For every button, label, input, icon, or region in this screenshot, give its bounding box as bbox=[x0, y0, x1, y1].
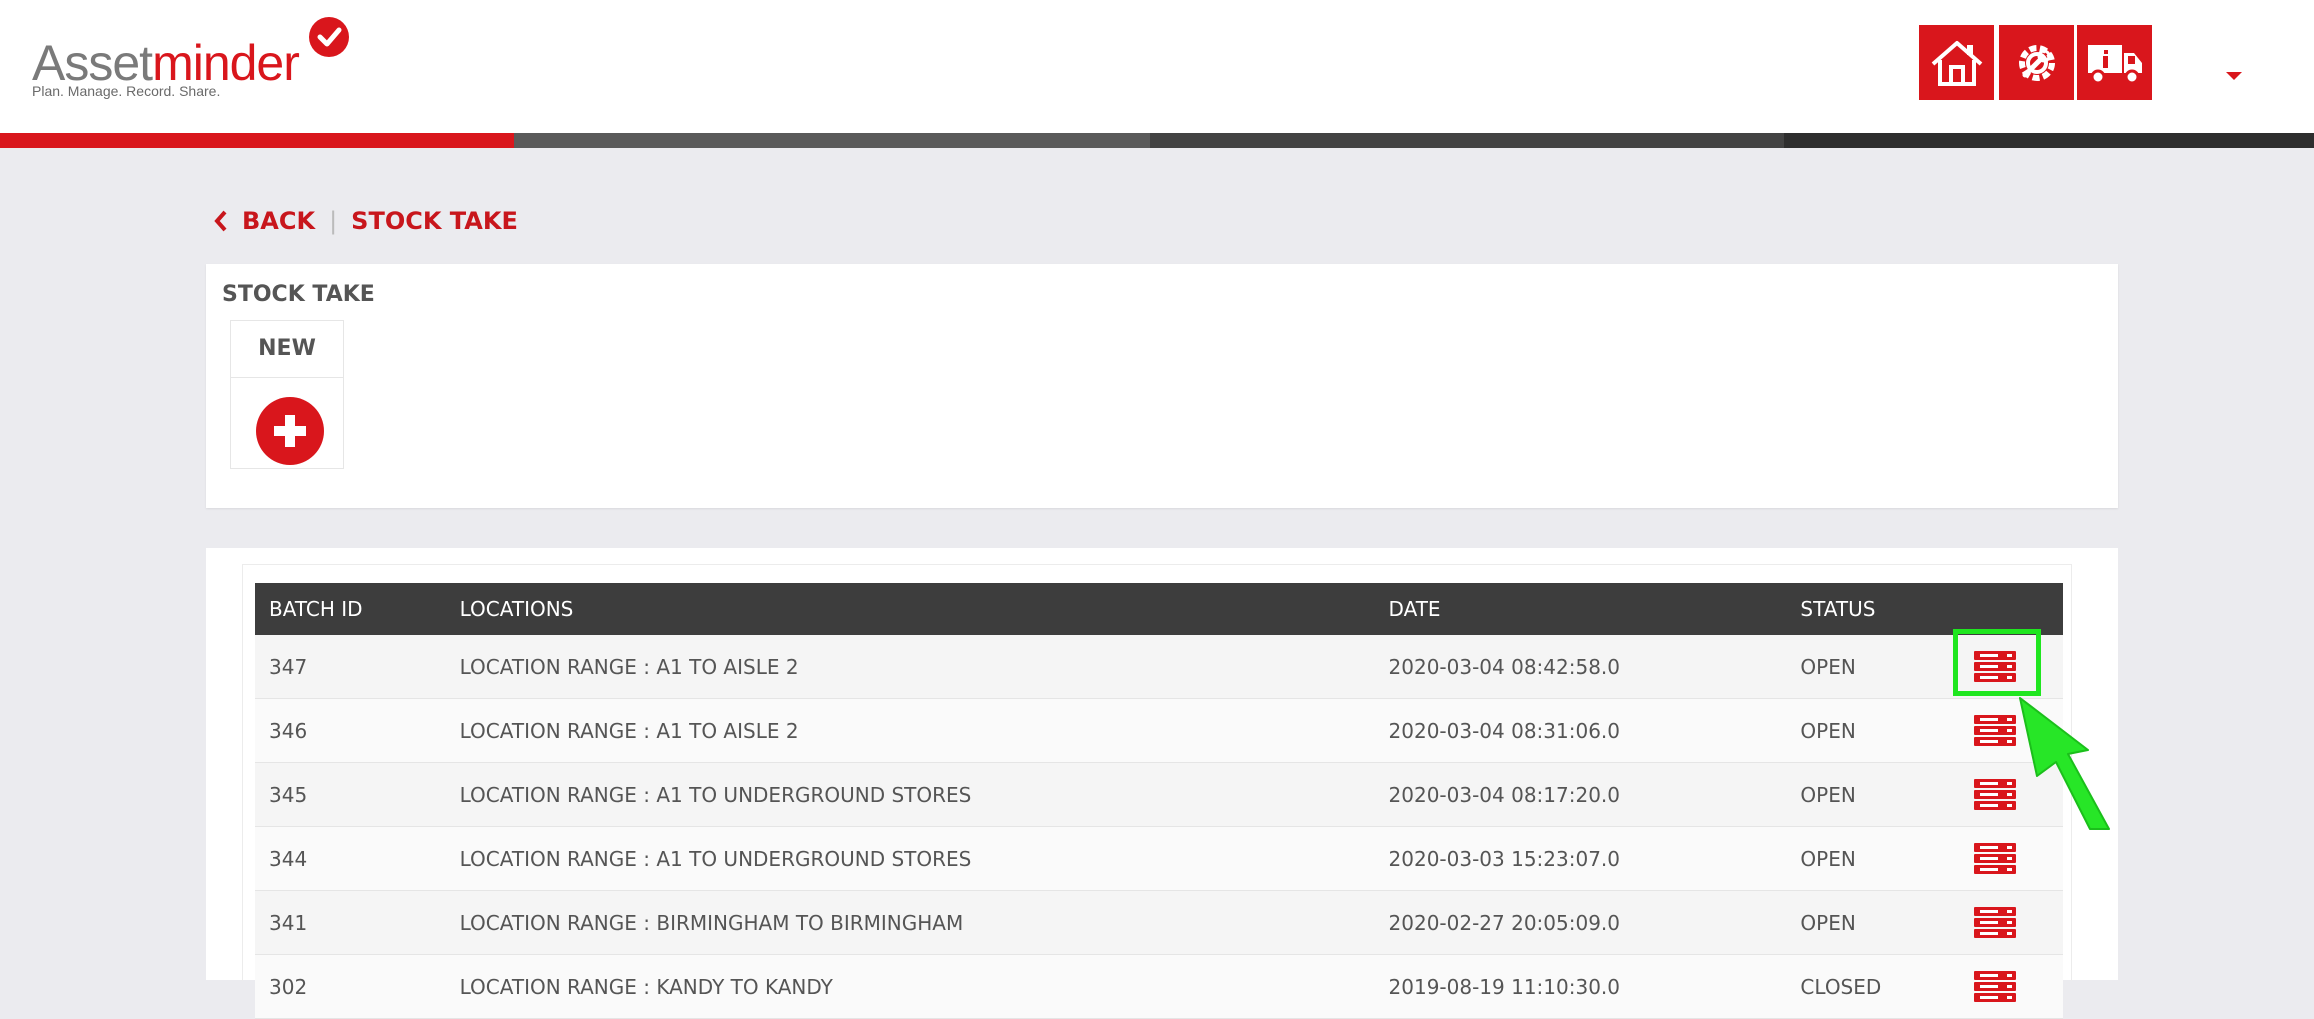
logo-wordmark: Assetminder bbox=[32, 35, 300, 91]
cell-batch-id: 346 bbox=[255, 698, 446, 763]
view-batch-details-icon[interactable] bbox=[1973, 906, 2016, 940]
cell-status: OPEN bbox=[1786, 762, 1950, 827]
home-button[interactable] bbox=[1919, 25, 1994, 100]
cell-location: LOCATION RANGE : KANDY TO KANDY bbox=[445, 954, 1375, 1019]
col-header-locations[interactable]: LOCATIONS bbox=[446, 583, 1375, 635]
cell-location: LOCATION RANGE : BIRMINGHAM TO BIRMINGHA… bbox=[445, 890, 1375, 955]
logo-tagline: Plan. Manage. Record. Share. bbox=[32, 83, 221, 99]
new-stock-take-box: NEW bbox=[230, 320, 344, 469]
table-header-row: BATCH ID LOCATIONS DATE STATUS bbox=[255, 583, 2063, 635]
header-stripe bbox=[0, 133, 514, 148]
pointer-arrow-icon bbox=[2019, 697, 2110, 830]
table-row[interactable]: 347 LOCATION RANGE : A1 TO AISLE 2 2020-… bbox=[255, 635, 2063, 699]
cell-date: 2019-08-19 11:10:30.0 bbox=[1374, 954, 1787, 1019]
cell-batch-id: 345 bbox=[255, 762, 446, 827]
cell-location: LOCATION RANGE : A1 TO UNDERGROUND STORE… bbox=[445, 826, 1375, 891]
highlight-box bbox=[1953, 629, 2041, 696]
table-row[interactable]: 302 LOCATION RANGE : KANDY TO KANDY 2019… bbox=[255, 954, 2063, 1019]
breadcrumb-separator: | bbox=[329, 207, 338, 235]
col-header-status[interactable]: STATUS bbox=[1786, 583, 1949, 635]
add-stock-take-button[interactable] bbox=[256, 397, 324, 465]
cell-date: 2020-02-27 20:05:09.0 bbox=[1374, 890, 1787, 955]
cell-date: 2020-03-04 08:17:20.0 bbox=[1374, 762, 1787, 827]
gear-wrench-icon bbox=[2018, 44, 2055, 81]
cell-batch-id: 341 bbox=[255, 890, 446, 955]
chevron-left-icon bbox=[214, 210, 227, 232]
cell-batch-id: 344 bbox=[255, 826, 446, 891]
panel-title: STOCK TAKE bbox=[222, 282, 375, 307]
vehicle-info-button[interactable] bbox=[2077, 25, 2152, 100]
home-icon bbox=[1931, 40, 1982, 86]
cell-date: 2020-03-03 15:23:07.0 bbox=[1374, 826, 1787, 891]
view-batch-details-icon[interactable] bbox=[1973, 970, 2016, 1004]
header-stripe bbox=[1784, 133, 2314, 148]
settings-button[interactable] bbox=[1999, 25, 2074, 100]
breadcrumb-current[interactable]: STOCK TAKE bbox=[351, 207, 518, 235]
cell-actions bbox=[1949, 890, 2063, 955]
breadcrumb: BACK | STOCK TAKE bbox=[214, 203, 518, 239]
col-header-actions bbox=[1950, 583, 2063, 635]
table-row[interactable]: 346 LOCATION RANGE : A1 TO AISLE 2 2020-… bbox=[255, 698, 2063, 763]
top-header: Assetminder Plan. Manage. Record. Share. bbox=[0, 0, 2314, 133]
assetminder-logo[interactable]: Assetminder Plan. Manage. Record. Share. bbox=[30, 16, 360, 106]
cell-status: OPEN bbox=[1786, 826, 1950, 891]
col-header-batch-id[interactable]: BATCH ID bbox=[255, 583, 446, 635]
truck-info-icon bbox=[2087, 44, 2142, 84]
back-link[interactable]: BACK bbox=[214, 207, 315, 235]
cell-date: 2020-03-04 08:42:58.0 bbox=[1374, 635, 1787, 699]
col-header-date[interactable]: DATE bbox=[1375, 583, 1787, 635]
cell-status: CLOSED bbox=[1786, 954, 1950, 1019]
header-stripe bbox=[514, 133, 1150, 148]
back-label: BACK bbox=[242, 207, 316, 235]
table-row[interactable]: 341 LOCATION RANGE : BIRMINGHAM TO BIRMI… bbox=[255, 890, 2063, 955]
view-batch-details-icon[interactable] bbox=[1973, 842, 2016, 876]
header-stripe bbox=[1150, 133, 1784, 148]
new-label: NEW bbox=[231, 321, 343, 378]
batch-table: BATCH ID LOCATIONS DATE STATUS 347 LOCAT… bbox=[255, 583, 2063, 1019]
cell-location: LOCATION RANGE : A1 TO UNDERGROUND STORE… bbox=[445, 762, 1375, 827]
table-row[interactable]: 344 LOCATION RANGE : A1 TO UNDERGROUND S… bbox=[255, 826, 2063, 891]
cell-location: LOCATION RANGE : A1 TO AISLE 2 bbox=[445, 635, 1375, 699]
cell-batch-id: 347 bbox=[255, 635, 446, 699]
user-menu-caret-icon[interactable] bbox=[2226, 72, 2242, 80]
cell-status: OPEN bbox=[1786, 698, 1950, 763]
table-row[interactable]: 345 LOCATION RANGE : A1 TO UNDERGROUND S… bbox=[255, 762, 2063, 827]
cell-batch-id: 302 bbox=[255, 954, 446, 1019]
cell-date: 2020-03-04 08:31:06.0 bbox=[1374, 698, 1787, 763]
cell-location: LOCATION RANGE : A1 TO AISLE 2 bbox=[445, 698, 1375, 763]
logo-check-icon bbox=[309, 17, 349, 57]
stock-take-panel: STOCK TAKE NEW bbox=[206, 264, 2118, 508]
cell-actions bbox=[1949, 954, 2063, 1019]
cell-status: OPEN bbox=[1786, 635, 1950, 699]
cell-status: OPEN bbox=[1786, 890, 1950, 955]
